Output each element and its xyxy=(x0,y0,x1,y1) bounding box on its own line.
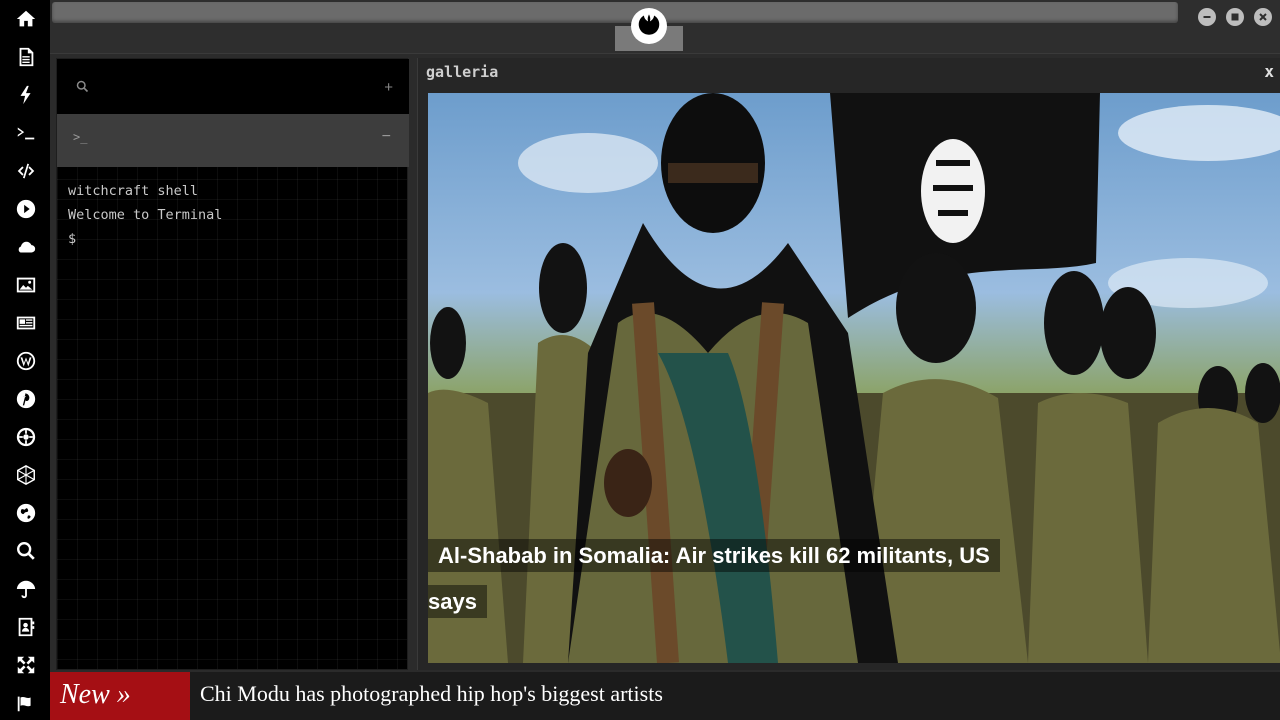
app-sidebar xyxy=(0,0,50,720)
headline-line-2: says xyxy=(428,585,487,618)
headline-line-1: Al-Shabab in Somalia: Air strikes kill 6… xyxy=(428,539,1000,572)
rebel-alliance-logo-icon xyxy=(631,8,667,44)
home-icon[interactable] xyxy=(13,6,39,32)
globe-icon[interactable] xyxy=(13,500,39,526)
cloud-icon[interactable] xyxy=(13,234,39,260)
terminal-output[interactable]: witchcraft shell Welcome to Terminal $ xyxy=(68,179,222,251)
maximize-button[interactable] xyxy=(1226,8,1244,26)
code-icon[interactable] xyxy=(13,158,39,184)
gallery-panel: galleria x Al-Shabab in Somalia: Air str… xyxy=(417,58,1280,670)
gallery-image[interactable]: Al-Shabab in Somalia: Air strikes kill 6… xyxy=(428,93,1280,663)
top-bar xyxy=(50,0,1280,54)
play-icon[interactable] xyxy=(13,196,39,222)
geometry-icon[interactable] xyxy=(13,462,39,488)
pinterest-icon[interactable] xyxy=(13,386,39,412)
terminal-line: witchcraft shell xyxy=(68,183,199,199)
terminal-panel: + >_ − witchcraft shell Welcome to Termin… xyxy=(56,58,409,670)
flag-icon[interactable] xyxy=(13,690,39,716)
add-terminal-button[interactable]: + xyxy=(384,79,393,96)
document-icon[interactable] xyxy=(13,44,39,70)
image-icon[interactable] xyxy=(13,272,39,298)
contact-book-icon[interactable] xyxy=(13,614,39,640)
expand-icon[interactable] xyxy=(13,652,39,678)
galactic-empire-icon[interactable] xyxy=(13,424,39,450)
terminal-prompt-icon: >_ xyxy=(73,130,88,144)
terminal-search-bar[interactable]: + xyxy=(57,59,409,114)
terminal-line: Welcome to Terminal xyxy=(68,207,223,223)
terminal-minimize-button[interactable]: − xyxy=(382,128,391,146)
terminal-tab[interactable]: >_ − xyxy=(57,114,409,167)
logo-tab[interactable] xyxy=(615,0,683,51)
umbrella-icon[interactable] xyxy=(13,576,39,602)
wordpress-icon[interactable] xyxy=(13,348,39,374)
terminal-prompt: $ xyxy=(68,231,77,247)
bolt-icon[interactable] xyxy=(13,82,39,108)
news-ticker: New » Chi Modu has photographed hip hop'… xyxy=(50,672,1280,720)
search-icon[interactable] xyxy=(13,538,39,564)
ticker-new-badge: New » xyxy=(50,672,190,720)
newspaper-icon[interactable] xyxy=(13,310,39,336)
gallery-close-button[interactable]: x xyxy=(1264,62,1274,81)
close-button[interactable] xyxy=(1254,8,1272,26)
gallery-title: galleria xyxy=(426,63,499,81)
minimize-button[interactable] xyxy=(1198,8,1216,26)
ticker-headline[interactable]: Chi Modu has photographed hip hop's bigg… xyxy=(200,672,663,720)
search-icon[interactable] xyxy=(75,79,90,97)
terminal-icon[interactable] xyxy=(13,120,39,146)
news-headline[interactable]: Al-Shabab in Somalia: Air strikes kill 6… xyxy=(428,533,1280,625)
